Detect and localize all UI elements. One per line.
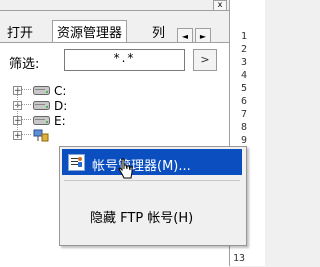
tree-node-label: D: (54, 99, 68, 113)
close-icon[interactable]: x (213, 0, 227, 11)
line-number: 4 (241, 70, 248, 81)
hard-drive-icon (33, 86, 50, 95)
hard-drive-icon (33, 116, 50, 125)
line-number: 8 (241, 122, 248, 133)
line-number: 13 (233, 253, 246, 264)
tab-list[interactable]: 列 (152, 25, 174, 42)
line-number: 7 (241, 109, 248, 120)
filter-apply-button[interactable]: > (193, 49, 217, 71)
tree-node-label: E: (54, 114, 66, 128)
line-number: 6 (241, 96, 248, 107)
top-strip: x (0, 0, 229, 11)
menu-item-hide-ftp-account[interactable]: 隐藏 FTP 帐号(H) (62, 203, 242, 229)
filter-input[interactable]: *.* (64, 49, 185, 71)
menu-separator (64, 180, 240, 181)
filter-label: 筛选: (9, 57, 40, 72)
context-menu: 帐号管理器(M)... 隐藏 FTP 帐号(H) (59, 146, 247, 246)
line-number: 1 (241, 31, 248, 42)
tab-open[interactable]: 打开 (7, 25, 33, 42)
menu-item-account-manager[interactable]: 帐号管理器(M)... (62, 149, 242, 175)
line-number: 2 (241, 44, 248, 55)
menu-item-label: 隐藏 FTP 帐号(H) (90, 211, 194, 226)
tab-bar: 打开 资源管理器 列 ◄ ► (0, 11, 229, 45)
hard-drive-icon (33, 101, 50, 110)
hand-cursor-icon (118, 158, 133, 179)
account-manager-icon (68, 154, 85, 171)
tree-lines (17, 89, 32, 135)
network-icon (33, 129, 49, 142)
line-number: 3 (241, 57, 248, 68)
menu-item-label: 帐号管理器(M)... (92, 159, 191, 174)
tree-node-label: C: (54, 84, 67, 98)
line-number: 5 (241, 83, 248, 94)
